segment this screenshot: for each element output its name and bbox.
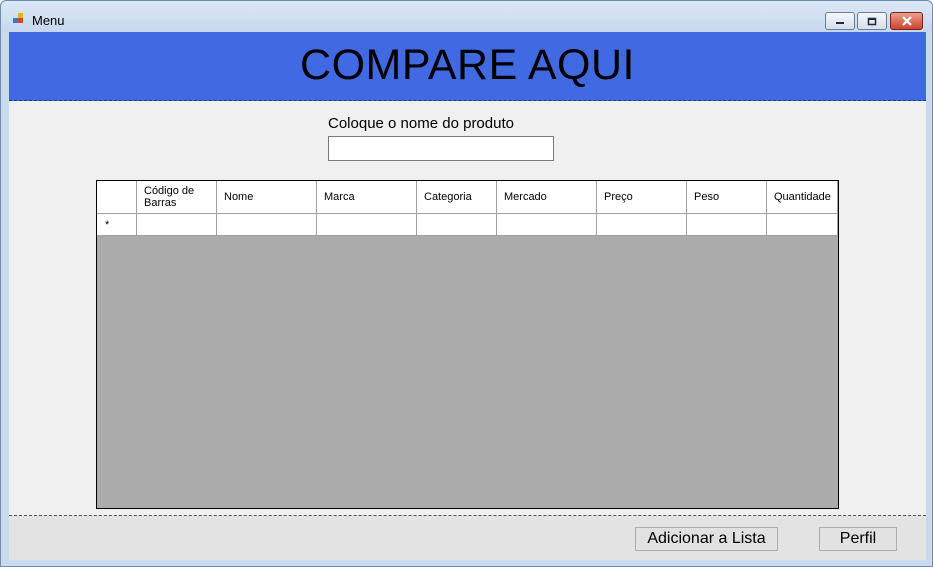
new-row: * <box>97 214 838 236</box>
window-title: Menu <box>32 13 65 28</box>
column-header-codigo-de-barras[interactable]: Código de Barras <box>137 181 217 214</box>
app-window: Menu COMPARE AQUI Coloque o nome do prod… <box>0 0 933 567</box>
products-grid[interactable]: Código de Barras Nome Marca Categoria Me… <box>96 180 839 509</box>
bottom-bar: Adicionar a Lista Perfil <box>9 515 926 560</box>
add-to-list-button[interactable]: Adicionar a Lista <box>635 527 778 551</box>
grid-cell[interactable] <box>767 214 838 236</box>
product-name-label: Coloque o nome do produto <box>328 115 514 132</box>
column-header-peso[interactable]: Peso <box>687 181 767 214</box>
close-button[interactable] <box>890 12 923 30</box>
grid-cell[interactable] <box>317 214 417 236</box>
app-icon <box>13 13 25 25</box>
column-header-mercado[interactable]: Mercado <box>497 181 597 214</box>
profile-button[interactable]: Perfil <box>819 527 897 551</box>
row-header-corner[interactable] <box>97 181 137 214</box>
new-row-marker[interactable]: * <box>97 214 137 236</box>
grid-cell[interactable] <box>137 214 217 236</box>
form-client-area: COMPARE AQUI Coloque o nome do produto C… <box>9 32 926 560</box>
grid-cell[interactable] <box>687 214 767 236</box>
column-header-categoria[interactable]: Categoria <box>417 181 497 214</box>
grid-cell[interactable] <box>217 214 317 236</box>
grid-cell[interactable] <box>497 214 597 236</box>
column-header-nome[interactable]: Nome <box>217 181 317 214</box>
header-banner: COMPARE AQUI <box>9 32 926 101</box>
maximize-button[interactable] <box>857 12 887 30</box>
maximize-icon <box>867 17 877 25</box>
minimize-button[interactable] <box>825 12 855 30</box>
banner-title: COMPARE AQUI <box>300 41 635 89</box>
grid-cell[interactable] <box>597 214 687 236</box>
title-bar[interactable]: Menu <box>1 1 932 32</box>
grid-header-row: Código de Barras Nome Marca Categoria Me… <box>97 181 838 214</box>
close-icon <box>901 16 912 26</box>
minimize-icon <box>836 22 844 24</box>
column-header-preco[interactable]: Preço <box>597 181 687 214</box>
product-name-input[interactable] <box>328 136 554 161</box>
column-header-marca[interactable]: Marca <box>317 181 417 214</box>
grid-cell[interactable] <box>417 214 497 236</box>
column-header-quantidade[interactable]: Quantidade <box>767 181 838 214</box>
